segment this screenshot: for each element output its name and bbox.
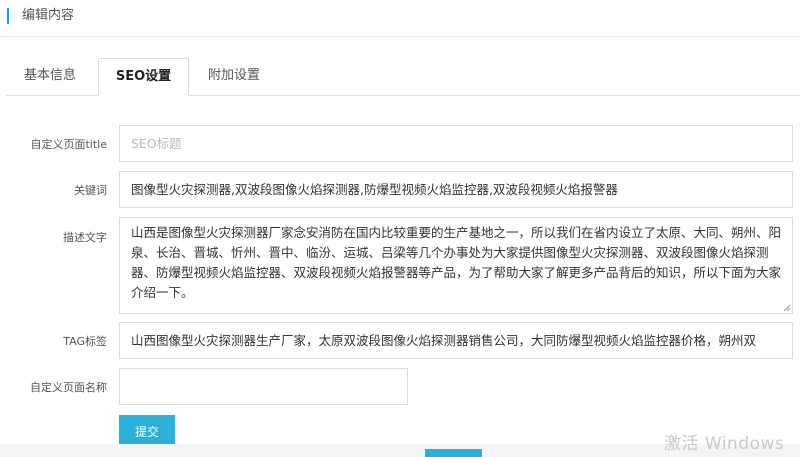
keywords-input[interactable]: 图像型火灾探测器,双波段图像火焰探测器,防爆型视频火焰监控器,双波段视频火焰报警…	[119, 171, 793, 208]
page-title-field-label: 自定义页面title	[30, 138, 107, 151]
seo-title-placeholder: SEO标题	[131, 136, 182, 151]
header-accent-bar	[7, 8, 9, 24]
tab-seo-settings[interactable]: SEO设置	[98, 58, 189, 96]
keywords-field-label: 关键词	[74, 184, 107, 197]
bottom-action-button[interactable]	[425, 449, 482, 457]
tab-basic-info[interactable]: 基本信息	[6, 58, 94, 96]
activate-windows-watermark: 激活 Windows	[664, 434, 785, 454]
page-name-input[interactable]	[119, 368, 408, 405]
description-textarea[interactable]: 山西是图像型火灾探测器厂家念安消防在国内比较重要的生产基地之一，所以我们在省内设…	[119, 217, 793, 314]
seo-title-input[interactable]: SEO标题	[119, 125, 793, 162]
page-title: 编辑内容	[22, 8, 75, 23]
tab-bar: 基本信息 SEO设置 附加设置	[6, 58, 800, 96]
description-text: 山西是图像型火灾探测器厂家念安消防在国内比较重要的生产基地之一，所以我们在省内设…	[131, 225, 782, 300]
page-header: 编辑内容	[0, 0, 800, 37]
tab-additional-settings[interactable]: 附加设置	[190, 58, 278, 96]
tags-field-label: TAG标签	[63, 335, 107, 348]
edit-content-page: 编辑内容 基本信息 SEO设置 附加设置 自定义页面title SEO标题 关键…	[0, 0, 800, 457]
page-name-field-label: 自定义页面名称	[30, 381, 107, 394]
description-field-label: 描述文字	[63, 231, 107, 244]
resize-handle-icon[interactable]	[783, 304, 791, 312]
tags-input[interactable]: 山西图像型火灾探测器生产厂家，太原双波段图像火焰探测器销售公司，大同防爆型视频火…	[119, 322, 793, 359]
